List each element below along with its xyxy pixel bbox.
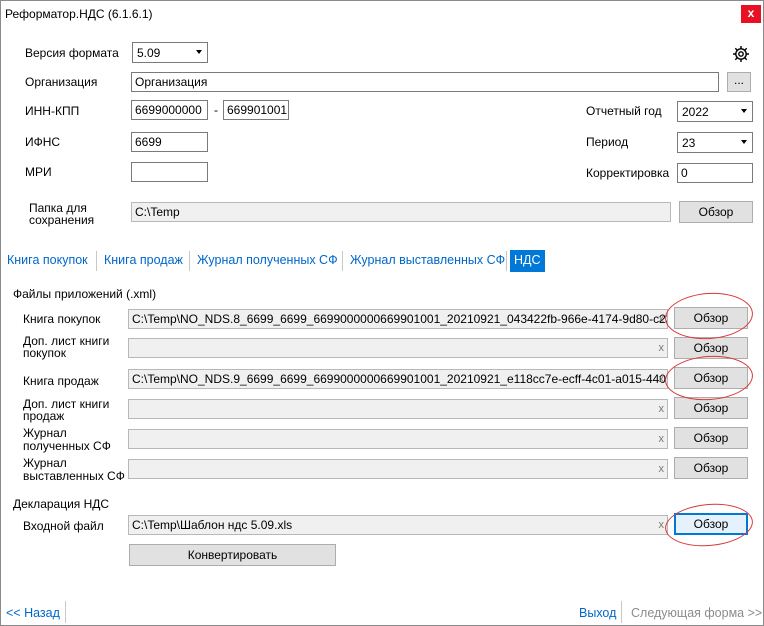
input-file-label: Входной файл [23, 519, 104, 533]
attachment-label-line1: Журнал [23, 456, 67, 470]
tab-issued-invoices[interactable]: Журнал выставленных СФ [348, 250, 507, 272]
period-label: Период [586, 135, 629, 149]
mri-input[interactable] [131, 162, 208, 182]
save-folder-browse-button[interactable]: Обзор [679, 201, 753, 223]
report-year-label: Отчетный год [586, 104, 662, 118]
clear-icon[interactable]: x [659, 372, 665, 386]
issued-invoices-file-input[interactable]: x [128, 459, 668, 479]
tab-received-invoices[interactable]: Журнал полученных СФ [195, 250, 340, 272]
received-invoices-file-input[interactable]: x [128, 429, 668, 449]
clear-icon[interactable]: x [659, 312, 665, 326]
format-version-value: 5.09 [137, 46, 161, 60]
clear-icon[interactable]: x [659, 432, 665, 446]
clear-icon[interactable]: x [659, 462, 665, 476]
attachment-label-line2: выставленных СФ [23, 469, 125, 483]
chevron-down-icon [741, 109, 747, 113]
clear-icon[interactable]: x [659, 402, 665, 416]
clear-icon[interactable]: x [659, 518, 665, 532]
correction-label: Корректировка [586, 166, 670, 180]
tab-separator [96, 251, 97, 271]
close-button[interactable]: x [741, 5, 761, 23]
footer-separator [621, 601, 622, 623]
annotation-circle [663, 500, 755, 550]
tab-nds[interactable]: НДС [510, 250, 545, 272]
window-title: Реформатор.НДС (6.1.6.1) [5, 7, 153, 21]
sales-book-extra-browse-button[interactable]: Обзор [674, 397, 748, 419]
inn-input[interactable]: 6699000000 [131, 100, 208, 120]
annotation-circle [663, 352, 755, 404]
declaration-input-file[interactable]: C:\Temp\Шаблон ндс 5.09.xls x [128, 515, 668, 535]
purchase-book-file-path: C:\Temp\NO_NDS.8_6699_6699_6699000000669… [132, 312, 668, 326]
sales-book-file-input[interactable]: C:\Temp\NO_NDS.9_6699_6699_6699000000669… [128, 369, 668, 389]
ifns-input[interactable]: 6699 [131, 132, 208, 152]
format-version-label: Версия формата [25, 46, 119, 60]
gear-icon[interactable] [732, 45, 750, 63]
inn-kpp-label: ИНН-КПП [25, 104, 80, 118]
correction-input[interactable]: 0 [677, 163, 753, 183]
tab-separator [342, 251, 343, 271]
chevron-down-icon [196, 50, 202, 54]
attachment-label-line1: Журнал [23, 426, 67, 440]
purchase-book-file-input[interactable]: C:\Temp\NO_NDS.8_6699_6699_6699000000669… [128, 309, 668, 329]
declaration-input-file-path: C:\Temp\Шаблон ндс 5.09.xls [132, 518, 293, 532]
back-link[interactable]: << Назад [6, 606, 60, 620]
next-form-link[interactable]: Следующая форма >> [631, 606, 762, 620]
attachments-section-title: Файлы приложений (.xml) [13, 287, 157, 301]
convert-button[interactable]: Конвертировать [129, 544, 336, 566]
footer-separator [65, 601, 66, 623]
inn-kpp-separator: - [214, 103, 218, 117]
tab-sales-book[interactable]: Книга продаж [102, 250, 185, 272]
received-invoices-browse-button[interactable]: Обзор [674, 427, 748, 449]
tab-purchase-book[interactable]: Книга покупок [5, 250, 90, 272]
sales-book-extra-file-input[interactable]: x [128, 399, 668, 419]
purchase-book-extra-file-input[interactable]: x [128, 338, 668, 358]
attachment-label-line2: продаж [23, 409, 65, 423]
mri-label: МРИ [25, 165, 52, 179]
organization-browse-button[interactable]: ... [727, 72, 751, 92]
annotation-circle [663, 289, 755, 343]
period-value: 23 [682, 136, 696, 150]
tab-separator [506, 251, 507, 271]
sales-book-file-path: C:\Temp\NO_NDS.9_6699_6699_6699000000669… [132, 372, 668, 386]
declaration-section-title: Декларация НДС [13, 497, 110, 511]
main-window: Реформатор.НДС (6.1.6.1) x Версия формат… [0, 0, 764, 626]
attachment-label-line2: покупок [23, 346, 66, 360]
format-version-select[interactable]: 5.09 [132, 42, 208, 63]
tab-separator [189, 251, 190, 271]
save-folder-input[interactable]: C:\Temp [131, 202, 671, 222]
chevron-down-icon [741, 140, 747, 144]
attachment-label: Книга покупок [23, 312, 101, 326]
ifns-label: ИФНС [25, 135, 61, 149]
save-folder-label-line2: сохранения [29, 213, 95, 227]
organization-label: Организация [25, 75, 98, 89]
kpp-input[interactable]: 669901001 [223, 100, 289, 120]
attachment-label-line2: полученных СФ [23, 439, 111, 453]
organization-input[interactable]: Организация [131, 72, 719, 92]
report-year-select[interactable]: 2022 [677, 101, 753, 122]
period-select[interactable]: 23 [677, 132, 753, 153]
issued-invoices-browse-button[interactable]: Обзор [674, 457, 748, 479]
report-year-value: 2022 [682, 105, 709, 119]
clear-icon[interactable]: x [659, 341, 665, 355]
attachment-label: Книга продаж [23, 374, 99, 388]
exit-link[interactable]: Выход [579, 606, 616, 620]
